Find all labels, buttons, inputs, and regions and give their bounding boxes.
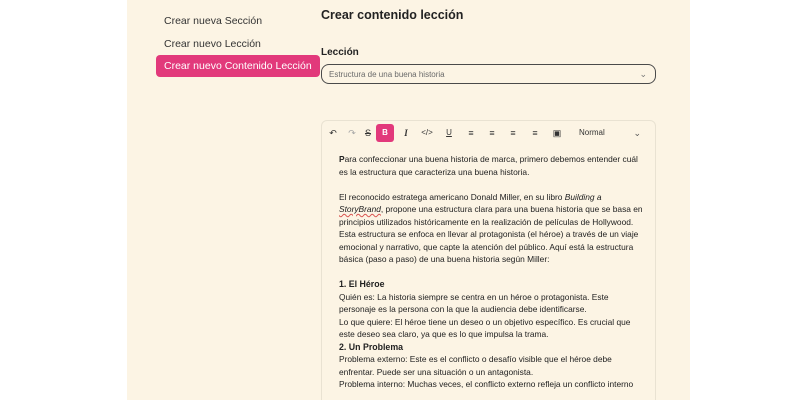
align-center-icon[interactable]: ≡ [483,124,501,142]
paragraph-text: , propone una estructura clara para una … [339,204,643,264]
section-line: Problema externo: Este es el conflicto o… [339,354,612,377]
block-type-select[interactable]: Normal ⌄ [579,124,649,142]
paragraph: El reconocido estratega americano Donald… [339,191,644,266]
bold-button[interactable]: B [376,124,394,142]
leccion-label: Lección [321,47,359,58]
image-icon[interactable]: ▣ [548,124,566,142]
align-justify-icon[interactable]: ≡ [526,124,544,142]
paragraph: Para confeccionar una buena historia de … [339,153,644,178]
strikethrough-icon[interactable]: S [359,124,377,142]
leccion-select[interactable]: Estructura de una buena historia ⌄ [321,64,656,84]
chevron-down-icon: ⌄ [633,128,641,138]
align-right-icon[interactable]: ≡ [504,124,522,142]
code-icon[interactable]: </> [418,124,436,142]
paragraph-text: ara confeccionar una buena historia de m… [339,154,638,177]
chevron-down-icon: ⌄ [639,69,647,79]
paragraph-text: El reconocido estratega americano Donald… [339,191,565,202]
italic-icon[interactable]: I [397,124,415,142]
sidebar-item-crear-contenido-leccion[interactable]: Crear nuevo Contenido Lección [156,55,320,77]
section-title: 2. Un Problema [339,341,404,352]
sidebar-item-crear-seccion[interactable]: Crear nueva Sección [156,10,270,32]
section-title: 1. El Héroe [339,279,385,289]
sidebar-item-crear-leccion[interactable]: Crear nuevo Lección [156,33,269,55]
section-line: Lo que quiere: El héroe tiene un deseo o… [339,316,631,340]
section-line: Quién es: La historia siempre se centra … [339,291,609,315]
sidebar-item-crear-curso[interactable]: Crear nuevo Curso [156,0,261,8]
book-title-underlined: StoryBrand [339,204,381,214]
undo-icon[interactable]: ↶ [324,124,342,142]
editor-content[interactable]: Para confeccionar una buena historia de … [339,153,644,391]
rich-text-editor[interactable]: ↶ ↷ S B I </> U ≡ ≡ ≡ ≡ ▣ Normal ⌄ Para … [321,120,656,400]
section-line: Problema interno: Muchas veces, el confl… [339,379,634,389]
leccion-select-value: Estructura de una buena historia [329,70,445,79]
block-type-value: Normal [579,128,605,137]
book-title: Building a [564,191,602,202]
editor-toolbar: ↶ ↷ S B I </> U ≡ ≡ ≡ ≡ ▣ Normal ⌄ [322,121,655,145]
align-left-icon[interactable]: ≡ [462,124,480,142]
underline-icon[interactable]: U [440,124,458,142]
page-title: Crear contenido lección [321,8,464,22]
